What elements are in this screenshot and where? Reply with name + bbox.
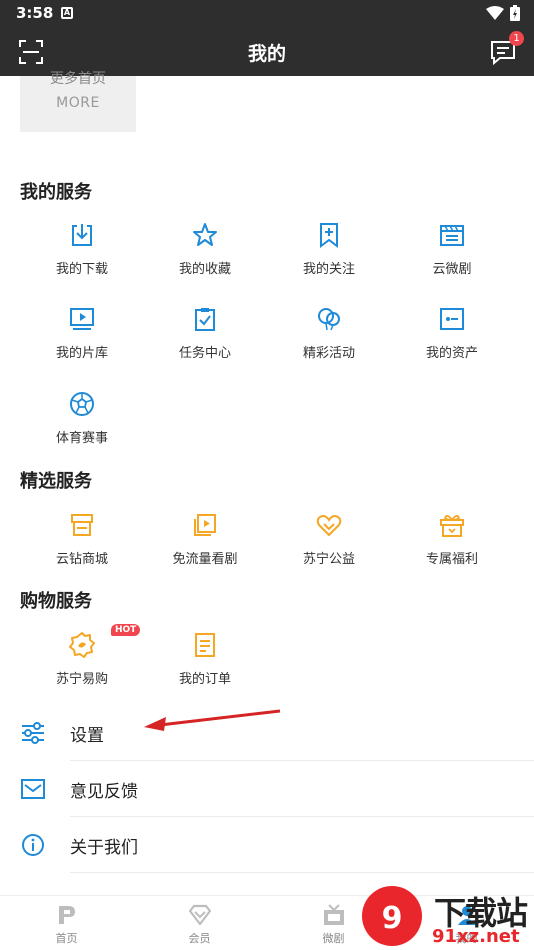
tv-icon xyxy=(323,904,344,925)
football-icon xyxy=(70,392,94,416)
grid-item-label: 苏宁易购 xyxy=(55,672,108,687)
hot-badge: HOT xyxy=(111,624,141,636)
menu-row-label: 设置 xyxy=(70,726,104,746)
info-icon xyxy=(22,834,44,856)
mail-icon xyxy=(21,779,45,799)
grid-item-suning-charity[interactable]: 苏宁公益 xyxy=(267,512,391,568)
star-icon xyxy=(193,223,217,246)
grid-item-my-library[interactable]: 我的片库 xyxy=(20,306,144,362)
nav-tab-home[interactable]: 首页 xyxy=(0,896,133,950)
grid-item-label: 精彩活动 xyxy=(302,346,355,361)
grid-item-label: 体育赛事 xyxy=(55,431,108,446)
more-card[interactable]: 更多首页 MORE xyxy=(20,71,136,132)
grid-item-my-download[interactable]: 我的下载 xyxy=(20,222,144,278)
grid-item-activities[interactable]: 精彩活动 xyxy=(267,306,391,362)
grid-item-label: 专属福利 xyxy=(425,552,478,567)
divider xyxy=(70,872,534,873)
annotation-arrow-icon xyxy=(144,709,281,731)
more-card-cut-text: 更多首页 xyxy=(50,71,106,87)
grid-item-label: 云微剧 xyxy=(432,262,472,277)
notification-a-icon: A xyxy=(61,7,73,19)
status-icons xyxy=(486,5,520,21)
grid-item-cloud-drama[interactable]: 云微剧 xyxy=(390,222,514,278)
grid-item-exclusive-benefits[interactable]: 专属福利 xyxy=(390,512,514,568)
grid-item-my-assets[interactable]: 我的资产 xyxy=(390,306,514,362)
message-badge: 1 xyxy=(509,31,524,46)
grid-item-label: 免流量看剧 xyxy=(172,552,238,567)
balloon-icon xyxy=(318,308,340,331)
status-bar: 3:58 A xyxy=(0,0,534,26)
diamond-icon xyxy=(188,904,211,926)
film-icon xyxy=(440,225,464,246)
watermark-logo: 9 下载站 91xz.net xyxy=(358,882,534,950)
battery-icon xyxy=(510,5,520,21)
grid-item-label: 我的资产 xyxy=(425,346,478,361)
menu-row-label: 意见反馈 xyxy=(70,782,138,802)
grid-item-diamond-mall[interactable]: 云钻商城 xyxy=(20,512,144,568)
grid-item-label: 我的收藏 xyxy=(178,262,231,277)
grid-item-my-orders[interactable]: 我的订单 xyxy=(143,632,267,688)
heart-hands-icon xyxy=(316,515,342,537)
bookmark-plus-icon xyxy=(320,223,338,248)
home-logo-icon xyxy=(58,906,75,924)
grid-item-suning-shop[interactable]: HOT 苏宁易购 xyxy=(20,624,144,688)
grid-item-free-data-drama[interactable]: 免流量看剧 xyxy=(143,512,267,568)
grid-item-sports[interactable]: 体育赛事 xyxy=(20,391,144,447)
order-list-icon xyxy=(195,633,215,657)
video-library-icon xyxy=(70,308,94,330)
menu-row-about[interactable]: 关于我们 xyxy=(0,817,534,873)
grid-item-my-favorites[interactable]: 我的收藏 xyxy=(143,222,267,278)
menu-row-feedback[interactable]: 意见反馈 xyxy=(0,761,534,817)
grid-item-label: 我的关注 xyxy=(302,262,355,277)
grid-item-label: 苏宁公益 xyxy=(302,552,355,567)
wifi-icon xyxy=(486,5,504,20)
ticket-icon xyxy=(194,514,216,536)
shopping-services-title: 购物服务 xyxy=(20,591,92,612)
grid-item-task-center[interactable]: 任务中心 xyxy=(143,306,267,362)
grid-item-label: 我的片库 xyxy=(55,346,108,361)
settings-sliders-icon xyxy=(22,722,44,744)
gift-icon xyxy=(440,515,464,537)
grid-item-label: 我的订单 xyxy=(178,672,231,687)
task-clipboard-icon xyxy=(195,308,215,331)
download-icon xyxy=(72,224,92,246)
grid-item-label: 我的下载 xyxy=(55,262,108,277)
wallet-icon xyxy=(440,308,464,330)
page-title: 我的 xyxy=(247,43,286,65)
store-icon xyxy=(71,514,93,536)
nav-tab-member[interactable]: 会员 xyxy=(133,896,266,950)
selected-services-title: 精选服务 xyxy=(20,471,92,492)
more-card-label: MORE xyxy=(56,95,100,111)
nav-tab-label: 首页 xyxy=(55,932,78,945)
grid-item-label: 云钻商城 xyxy=(55,552,108,567)
grid-item-my-follow[interactable]: 我的关注 xyxy=(267,222,391,278)
suning-logo-icon xyxy=(69,632,95,658)
svg-text:9: 9 xyxy=(382,901,403,936)
status-time: 3:58 xyxy=(16,4,54,22)
watermark-domain: 91xz.net xyxy=(432,926,520,947)
menu-row-label: 关于我们 xyxy=(70,838,138,858)
my-services-title: 我的服务 xyxy=(20,182,92,203)
grid-item-label: 任务中心 xyxy=(178,346,231,361)
nav-tab-label: 会员 xyxy=(188,932,211,945)
